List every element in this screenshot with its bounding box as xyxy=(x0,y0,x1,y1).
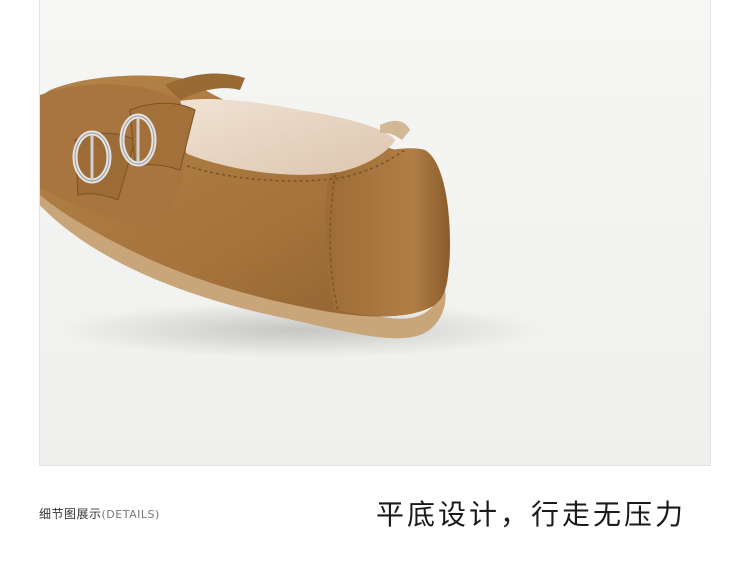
details-caption: 细节图展示(DETAILS) xyxy=(39,505,160,522)
heel-counter xyxy=(325,148,450,317)
details-label: 细节图展示 xyxy=(39,507,102,521)
details-tag: (DETAILS) xyxy=(101,508,160,521)
feature-headline: 平底设计，行走无压力 xyxy=(376,498,687,531)
product-photo xyxy=(39,0,711,466)
shoe-illustration xyxy=(40,0,710,465)
